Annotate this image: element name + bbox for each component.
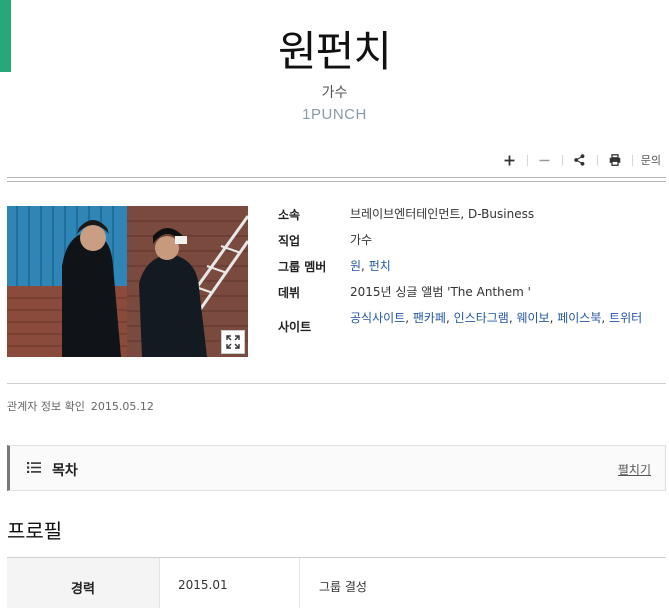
- info-row-job: 직업 가수: [278, 232, 662, 250]
- site-link-official[interactable]: 공식사이트: [350, 311, 405, 325]
- section-divider: [7, 383, 666, 384]
- share-icon: [574, 154, 585, 166]
- verification-date: 2015.05.12: [90, 400, 154, 413]
- expand-icon: [226, 335, 240, 349]
- share-button[interactable]: [563, 150, 597, 170]
- info-row-debut: 데뷔 2015년 싱글 앨범 'The Anthem ': [278, 284, 662, 302]
- career-label: 경력: [71, 582, 95, 597]
- title-divider: [7, 177, 666, 182]
- debut-value: 2015년 싱글 앨범 'The Anthem ': [350, 285, 531, 299]
- sites-value: 공식사이트, 팬카페, 인스타그램, 웨이보, 페이스북, 트위터: [350, 310, 662, 336]
- list-icon: [27, 462, 41, 473]
- info-row-sites: 사이트 공식사이트, 팬카페, 인스타그램, 웨이보, 페이스북, 트위터: [278, 310, 662, 336]
- profile-photo[interactable]: [7, 206, 248, 357]
- agency-value: 브레이브엔터테인먼트, D-Business: [350, 207, 535, 221]
- info-label: 그룹 멤버: [278, 260, 327, 274]
- career-label-cell: 경력: [7, 558, 160, 608]
- site-link-weibo[interactable]: 웨이보: [516, 311, 549, 325]
- site-link-instagram[interactable]: 인스타그램: [454, 311, 509, 325]
- site-link-twitter[interactable]: 트위터: [609, 311, 642, 325]
- zoom-out-button[interactable]: [528, 150, 562, 170]
- list-separator: ,: [445, 311, 454, 325]
- print-button[interactable]: [598, 150, 632, 170]
- print-icon: [609, 154, 621, 166]
- profile-photo-image: [7, 206, 248, 357]
- inquiry-link[interactable]: 문의: [633, 152, 661, 168]
- list-separator: ,: [405, 311, 413, 325]
- verification-label: 관계자 정보 확인: [7, 400, 85, 413]
- info-label: 사이트: [278, 320, 312, 334]
- career-date: 2015.01: [178, 578, 228, 592]
- site-link-fancafe[interactable]: 팬카페: [413, 311, 446, 325]
- page-title: 원펀치: [278, 27, 392, 76]
- career-table: 경력 2015.01 그룹 결성: [7, 557, 666, 608]
- verification-note: 관계자 정보 확인 2015.05.12: [7, 398, 160, 414]
- list-separator: ,: [361, 259, 369, 273]
- zoom-in-button[interactable]: [493, 150, 527, 170]
- info-row-agency: 소속 브레이브엔터테인먼트, D-Business: [278, 206, 662, 224]
- info-label: 직업: [278, 234, 301, 248]
- profile-heading: 프로필: [7, 519, 63, 543]
- plus-icon: [504, 155, 515, 165]
- job-value: 가수: [350, 233, 373, 247]
- page-subtitle: 가수: [321, 85, 348, 101]
- table-divider: [299, 558, 300, 608]
- career-event: 그룹 결성: [319, 580, 367, 594]
- info-label: 소속: [278, 208, 301, 222]
- expand-photo-button[interactable]: [221, 330, 245, 354]
- members-value: 원, 펀치: [350, 258, 662, 276]
- roman-name: 1PUNCH: [302, 106, 367, 123]
- member-link-punch[interactable]: 펀치: [369, 259, 391, 273]
- toc-title: 목차: [52, 463, 78, 479]
- info-label: 데뷔: [278, 286, 301, 300]
- list-separator: ,: [601, 311, 610, 325]
- minus-icon: [539, 159, 550, 161]
- info-row-members: 그룹 멤버 원, 펀치: [278, 258, 662, 276]
- member-link-one[interactable]: 원: [350, 259, 361, 273]
- info-table: 소속 브레이브엔터테인먼트, D-Business 직업 가수 그룹 멤버 원,…: [278, 206, 662, 344]
- site-link-facebook[interactable]: 페이스북: [557, 311, 601, 325]
- article-toolbar: 문의: [493, 150, 661, 170]
- table-of-contents: 목차 펼치기: [7, 445, 666, 491]
- toc-expand-link[interactable]: 펼치기: [618, 461, 651, 478]
